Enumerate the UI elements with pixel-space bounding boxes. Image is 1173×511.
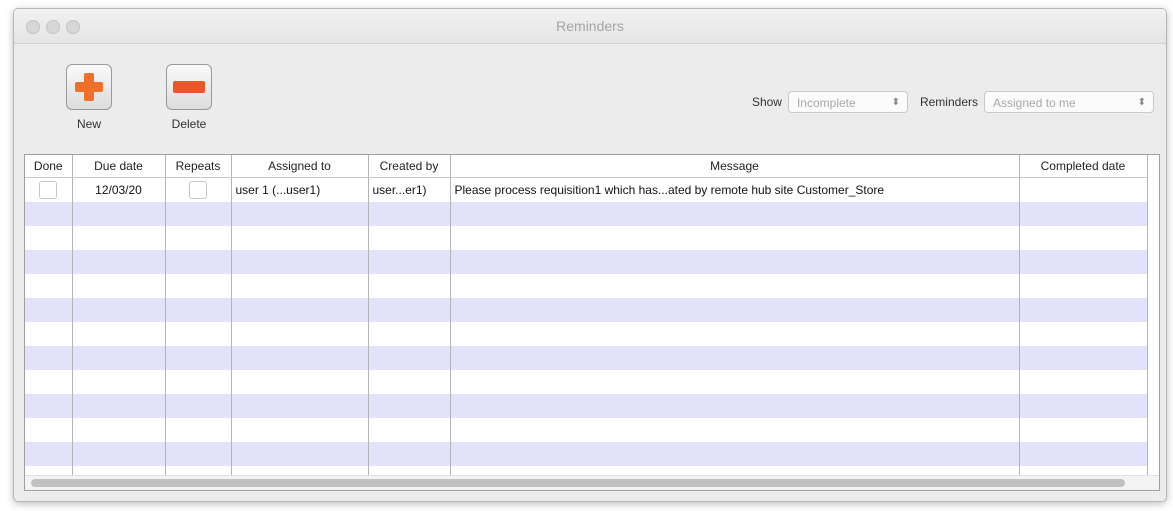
empty-row <box>25 250 1148 274</box>
empty-row <box>25 346 1148 370</box>
empty-row <box>25 394 1148 418</box>
plus-icon <box>66 64 112 110</box>
due-date-cell: 12/03/20 <box>72 177 166 202</box>
repeats-checkbox[interactable] <box>189 181 207 199</box>
empty-row <box>25 202 1148 226</box>
new-button[interactable]: New <box>54 64 124 131</box>
column-header-repeats[interactable]: Repeats <box>165 155 232 178</box>
assigned-to-cell: user 1 (...user1) <box>231 177 369 202</box>
show-select[interactable]: Incomplete ⬍ <box>787 91 908 113</box>
column-header-completed-date[interactable]: Completed date <box>1019 155 1148 178</box>
horizontal-scrollbar[interactable] <box>25 475 1159 490</box>
show-label: Show <box>751 95 782 109</box>
repeats-cell <box>165 177 232 202</box>
column-header-due-date[interactable]: Due date <box>72 155 166 178</box>
completed-date-cell <box>1019 177 1148 202</box>
title-bar: Reminders <box>14 9 1166 44</box>
column-header-done[interactable]: Done <box>25 155 73 178</box>
show-select-value: Incomplete <box>796 96 856 110</box>
reminders-select[interactable]: Assigned to me ⬍ <box>984 91 1154 113</box>
reminders-table[interactable]: Done Due date Repeats Assigned to Create… <box>24 154 1160 491</box>
reminders-window: Reminders New Delete Show Incomplete ⬍ R… <box>13 8 1167 502</box>
table-header-row: Done Due date Repeats Assigned to Create… <box>25 155 1148 178</box>
column-header-created-by[interactable]: Created by <box>368 155 451 178</box>
reminders-label: Reminders <box>919 95 978 109</box>
new-button-label: New <box>76 117 101 131</box>
empty-row <box>25 298 1148 322</box>
delete-button[interactable]: Delete <box>154 64 224 131</box>
table-row[interactable]: 12/03/20 user 1 (...user1) user...er1) P… <box>25 177 1148 202</box>
done-checkbox[interactable] <box>39 181 58 199</box>
empty-row <box>25 418 1148 442</box>
message-cell: Please process requisition1 which has...… <box>450 177 1020 202</box>
empty-row <box>25 322 1148 346</box>
minus-icon <box>166 64 212 110</box>
reminders-select-value: Assigned to me <box>993 96 1076 110</box>
column-header-message[interactable]: Message <box>450 155 1020 178</box>
empty-row <box>25 442 1148 466</box>
created-by-cell: user...er1) <box>368 177 451 202</box>
scrollbar-thumb[interactable] <box>31 479 1125 487</box>
updown-chevron-icon: ⬍ <box>1137 97 1146 108</box>
updown-chevron-icon: ⬍ <box>891 97 900 108</box>
done-cell <box>25 177 73 202</box>
column-header-assigned-to[interactable]: Assigned to <box>231 155 369 178</box>
empty-row <box>25 274 1148 298</box>
delete-button-label: Delete <box>171 117 207 131</box>
window-title: Reminders <box>556 18 624 34</box>
filter-bar: Show Incomplete ⬍ Reminders Assigned to … <box>752 89 1154 115</box>
toolbar: New Delete Show Incomplete ⬍ Reminders A… <box>14 44 1166 154</box>
empty-row <box>25 370 1148 394</box>
empty-row <box>25 226 1148 250</box>
